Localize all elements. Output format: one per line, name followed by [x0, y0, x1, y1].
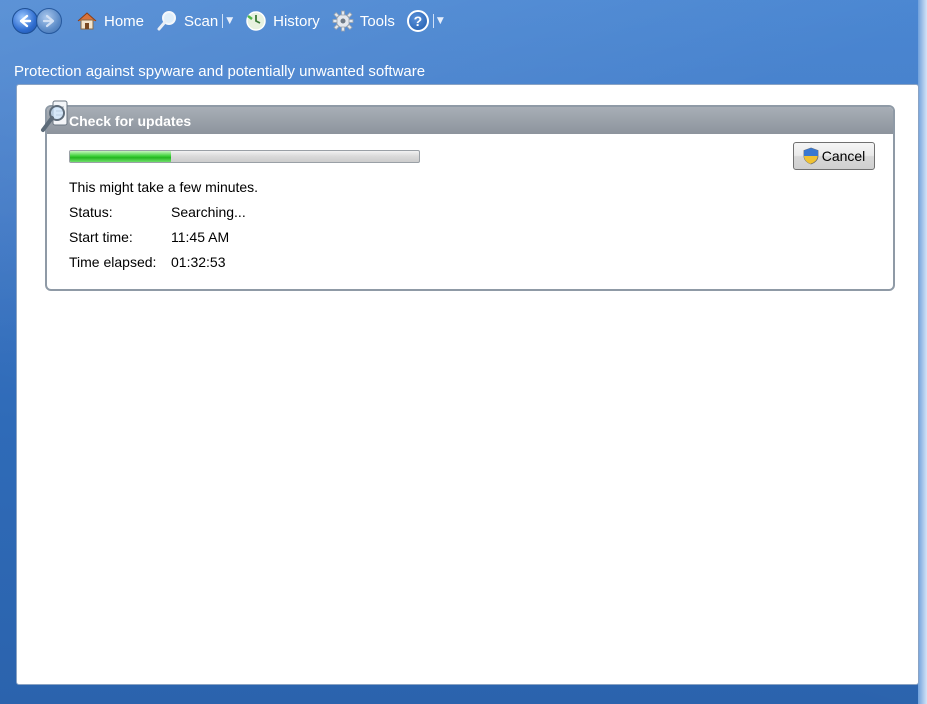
scan-label: Scan	[184, 12, 219, 30]
main-content: Check for updates Cancel This might take…	[16, 84, 919, 685]
gear-icon	[332, 10, 354, 32]
uac-shield-icon	[803, 147, 819, 165]
home-label: Home	[104, 12, 145, 30]
page-subtitle: Protection against spyware and potential…	[14, 63, 426, 80]
toolbar: Home Scan ▼ History Tools ? ▼	[12, 6, 444, 36]
scan-options-dropdown[interactable]: ▼	[222, 14, 233, 28]
back-button[interactable]	[12, 8, 38, 34]
scan-button[interactable]: Scan	[156, 10, 218, 32]
start-time-row: Start time: 11:45 AM	[69, 229, 229, 245]
cancel-label: Cancel	[821, 148, 866, 164]
home-icon	[76, 10, 98, 32]
status-row: Status: Searching...	[69, 204, 246, 220]
start-time-value: 11:45 AM	[171, 229, 230, 245]
forward-arrow-icon	[42, 14, 55, 28]
history-button[interactable]: History	[245, 10, 320, 32]
clock-icon	[245, 10, 267, 32]
progress-fill	[70, 151, 172, 162]
chevron-down-icon: ▼	[436, 16, 444, 26]
status-label: Status:	[69, 204, 113, 220]
home-button[interactable]: Home	[76, 10, 144, 32]
panel-title: Check for updates	[69, 112, 192, 129]
update-progress-bar	[69, 150, 420, 163]
help-button[interactable]: ?	[406, 10, 429, 32]
magnifier-icon	[156, 10, 178, 32]
chevron-down-icon: ▼	[226, 16, 234, 26]
tools-button[interactable]: Tools	[332, 10, 395, 32]
start-time-label: Start time:	[69, 229, 133, 245]
separator	[432, 14, 434, 28]
time-elapsed-value: 01:32:53	[171, 254, 226, 270]
time-elapsed-row: Time elapsed: 01:32:53	[69, 254, 226, 270]
help-icon: ?	[406, 10, 429, 32]
wait-message: This might take a few minutes.	[69, 179, 259, 195]
tools-label: Tools	[359, 12, 395, 30]
panel-header: Check for updates	[47, 107, 893, 134]
back-arrow-icon	[19, 14, 32, 28]
window-edge	[918, 0, 927, 704]
help-options-dropdown[interactable]: ▼	[432, 14, 444, 28]
separator	[222, 14, 224, 28]
update-panel: Check for updates Cancel This might take…	[41, 100, 895, 291]
cancel-button[interactable]: Cancel	[793, 142, 875, 170]
time-elapsed-label: Time elapsed:	[69, 254, 157, 270]
status-value: Searching...	[171, 204, 246, 220]
magnifier-document-icon	[41, 100, 68, 132]
history-label: History	[273, 12, 320, 30]
forward-button[interactable]	[36, 8, 62, 34]
